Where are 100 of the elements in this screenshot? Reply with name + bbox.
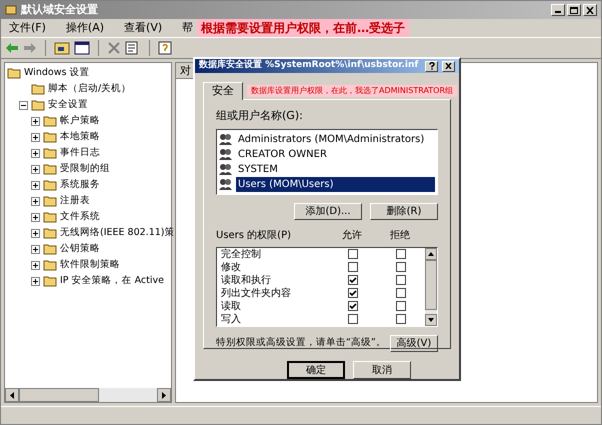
folder-icon xyxy=(43,259,57,271)
permission-name: 读取 xyxy=(221,300,242,314)
window-icon[interactable] xyxy=(74,41,90,55)
user-entry[interactable]: CREATOR OWNER xyxy=(236,146,435,162)
vertical-scrollbar[interactable] xyxy=(425,248,437,326)
dialog-close-button[interactable] xyxy=(442,60,455,72)
deny-header: 拒绝 xyxy=(389,228,411,242)
permission-name: 列出文件夹内容 xyxy=(221,286,292,300)
delete-icon[interactable] xyxy=(107,41,121,55)
folder-icon xyxy=(31,99,45,111)
tree-item[interactable]: IP 安全策略，在 Active xyxy=(60,274,164,288)
help-icon[interactable] xyxy=(158,41,174,55)
expand-icon[interactable] xyxy=(31,132,40,142)
tree-item[interactable]: 帐户策略 xyxy=(60,114,100,128)
checkbox[interactable] xyxy=(396,301,406,311)
left-arrow-icon[interactable] xyxy=(10,392,14,398)
checkbox[interactable] xyxy=(348,275,358,285)
expand-icon[interactable] xyxy=(31,244,40,254)
up-arrow-icon[interactable] xyxy=(428,252,434,256)
user-entry[interactable]: Users (MOM\Users) xyxy=(236,176,435,192)
minimize-button[interactable] xyxy=(551,4,565,16)
folder-icon xyxy=(43,211,57,223)
close-button[interactable] xyxy=(583,4,597,16)
menu-item[interactable]: 操作(A) xyxy=(66,20,104,36)
question-mark-icon xyxy=(428,62,434,70)
close-icon xyxy=(445,63,452,69)
tree-item[interactable]: 系统服务 xyxy=(60,178,100,192)
tree-item[interactable]: 注册表 xyxy=(60,194,90,208)
folder-icon xyxy=(43,131,57,143)
advanced-hint: 特别权限或高级设置，请单击“高级”。 xyxy=(216,336,386,350)
user-entry[interactable]: SYSTEM xyxy=(236,162,435,176)
dialog-button[interactable]: 取消 xyxy=(353,361,411,379)
menu-item[interactable]: 帮 xyxy=(182,20,194,36)
right-arrow-icon[interactable] xyxy=(162,392,166,398)
checkbox[interactable] xyxy=(396,288,406,298)
tree-item[interactable]: 文件系统 xyxy=(60,210,100,224)
tab[interactable]: 安全 xyxy=(203,82,243,100)
checkbox[interactable] xyxy=(348,249,358,259)
expand-icon[interactable] xyxy=(31,212,40,222)
tree-item[interactable]: 软件限制策略 xyxy=(60,258,120,272)
checkbox[interactable] xyxy=(396,262,406,272)
checkbox[interactable] xyxy=(348,262,358,272)
expand-icon[interactable] xyxy=(31,276,40,286)
dialog-button[interactable]: 确定 xyxy=(287,361,345,379)
help-button[interactable] xyxy=(425,60,438,72)
tree-item[interactable]: 无线网络(IEEE 802.11)策 xyxy=(60,226,174,240)
checkbox[interactable] xyxy=(348,314,358,324)
collapse-icon[interactable] xyxy=(19,100,28,110)
expand-icon[interactable] xyxy=(31,164,40,174)
folder-icon xyxy=(43,275,57,287)
menu-item[interactable]: 文件(F) xyxy=(9,20,46,36)
close-icon xyxy=(586,6,594,14)
checkbox[interactable] xyxy=(348,288,358,298)
folder-icon xyxy=(31,83,45,95)
permission-name: 写入 xyxy=(221,312,242,326)
permissions-label: Users 的权限(P) xyxy=(216,228,292,242)
expand-icon[interactable] xyxy=(31,148,40,158)
horizontal-scrollbar[interactable] xyxy=(5,388,171,402)
advanced-button[interactable]: 高级(V) xyxy=(390,334,438,352)
expand-icon[interactable] xyxy=(31,180,40,190)
folder-icon xyxy=(43,115,57,127)
expand-icon[interactable] xyxy=(31,116,40,126)
down-arrow-icon[interactable] xyxy=(428,318,434,322)
tree-item[interactable]: 受限制的组 xyxy=(60,162,110,176)
folder-icon xyxy=(43,179,57,191)
folder-icon xyxy=(43,243,57,255)
annotation-text: 根据需要设置用户权限，在前…受选子 xyxy=(197,19,410,37)
user-group-icon xyxy=(219,133,232,145)
checkbox[interactable] xyxy=(396,314,406,324)
user-group-icon xyxy=(219,163,232,175)
maximize-button[interactable] xyxy=(567,4,581,16)
tree-item[interactable]: 公钥策略 xyxy=(60,242,100,256)
expand-icon[interactable] xyxy=(31,260,40,270)
allow-header: 允许 xyxy=(341,228,363,242)
checkbox[interactable] xyxy=(396,275,406,285)
tree-item[interactable]: 事件日志 xyxy=(60,146,100,160)
tree-item[interactable]: Windows 设置 xyxy=(24,66,90,80)
tree-item[interactable]: 脚本（启动/关机） xyxy=(48,82,132,96)
permission-name: 修改 xyxy=(221,260,242,274)
folder-icon xyxy=(7,67,21,79)
user-group-icon xyxy=(219,148,232,160)
user-entry[interactable]: Administrators (MOM\Administrators) xyxy=(236,132,435,146)
app-icon xyxy=(5,4,17,16)
expand-icon[interactable] xyxy=(31,196,40,206)
menu-item[interactable]: 查看(V) xyxy=(124,20,162,36)
tree-item[interactable]: 本地策略 xyxy=(60,130,100,144)
folder-icon[interactable] xyxy=(54,41,70,55)
dialog-title: 数据库安全设置 %SystemRoot%\inf\usbstor.inf xyxy=(199,59,418,72)
checkbox[interactable] xyxy=(348,301,358,311)
remove-button[interactable]: 删除(R) xyxy=(370,202,438,220)
annotation-text: 数据库设置用户权限，在此，我选了ADMINISTRATOR组 xyxy=(247,85,458,97)
add-button[interactable]: 添加(D)... xyxy=(294,202,362,220)
window-title: 默认域安全设置 xyxy=(21,2,98,18)
folder-icon xyxy=(43,227,57,239)
permission-name: 读取和执行 xyxy=(221,274,272,288)
folder-icon xyxy=(43,163,57,175)
checkbox[interactable] xyxy=(396,249,406,259)
expand-icon[interactable] xyxy=(31,228,40,238)
tree-item[interactable]: 安全设置 xyxy=(48,98,88,112)
folder-icon xyxy=(43,147,57,159)
